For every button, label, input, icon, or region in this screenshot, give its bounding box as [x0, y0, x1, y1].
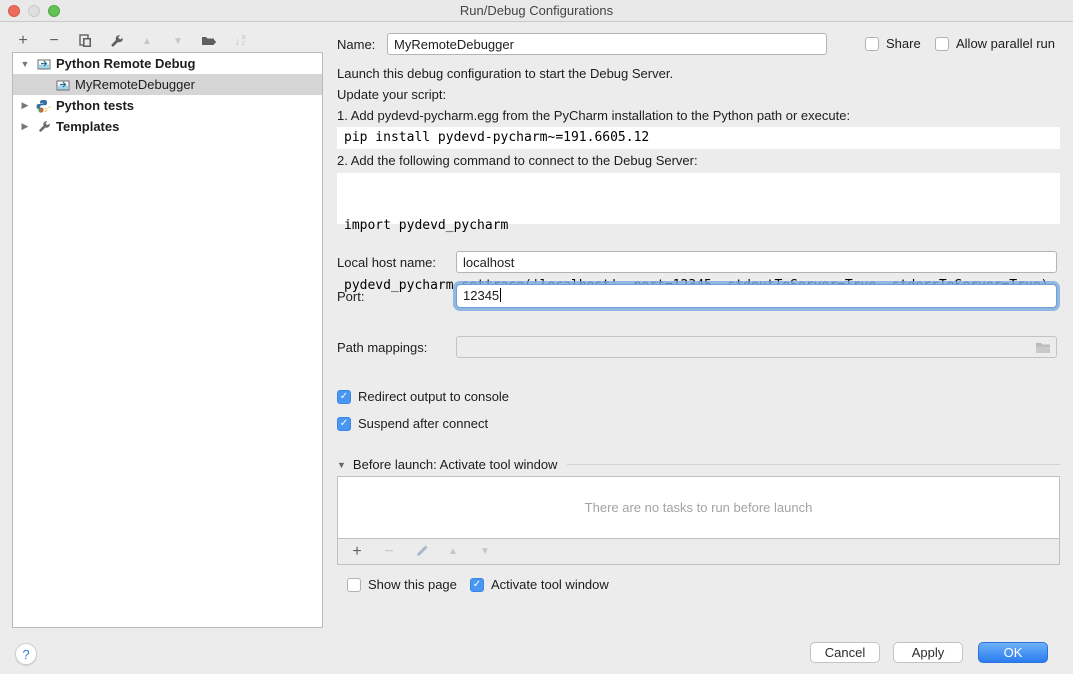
run-debug-configurations-dialog: Run/Debug Configurations + − ▲ ▼ ↓az ▼ P… — [0, 0, 1073, 674]
new-folder-icon — [201, 34, 217, 48]
move-up-button[interactable]: ▲ — [138, 32, 156, 50]
move-task-down-button[interactable]: ▼ — [476, 543, 494, 561]
local-host-name-input[interactable] — [456, 251, 1057, 273]
name-label: Name: — [337, 37, 375, 52]
step1-text: 1. Add pydevd-pycharm.egg from the PyCha… — [337, 108, 1060, 123]
before-launch-title: Before launch: Activate tool window — [353, 457, 558, 472]
window-title: Run/Debug Configurations — [0, 3, 1073, 18]
tree-item-python-remote-debug[interactable]: ▼ Python Remote Debug — [13, 53, 322, 74]
remove-configuration-button[interactable]: − — [45, 32, 63, 50]
before-launch-task-list[interactable]: There are no tasks to run before launch — [337, 476, 1060, 539]
sort-configurations-button[interactable]: ↓az — [231, 32, 249, 50]
arrow-up-icon: ▲ — [142, 36, 152, 47]
plus-icon: + — [18, 32, 27, 50]
edit-task-button[interactable] — [412, 543, 430, 561]
share-label: Share — [886, 36, 921, 51]
wrench-icon — [36, 120, 51, 134]
copy-icon — [78, 34, 92, 48]
edit-templates-button[interactable] — [107, 32, 125, 50]
activate-tool-window-label: Activate tool window — [491, 577, 609, 592]
configurations-tree: ▼ Python Remote Debug MyRemoteDebugger ▶… — [12, 52, 323, 628]
empty-tasks-text: There are no tasks to run before launch — [585, 500, 813, 515]
remove-task-button[interactable]: − — [380, 543, 398, 561]
chevron-down-icon: ▼ — [337, 460, 346, 470]
arrow-down-icon: ▼ — [173, 36, 183, 47]
tree-item-label: Templates — [56, 119, 119, 134]
chevron-down-icon[interactable]: ▼ — [20, 59, 30, 69]
minus-icon: − — [49, 32, 58, 50]
checkbox-box: ✓ — [337, 390, 351, 404]
move-down-button[interactable]: ▼ — [169, 32, 187, 50]
description-text: Launch this debug configuration to start… — [337, 66, 1060, 81]
tree-item-label: Python Remote Debug — [56, 56, 195, 71]
help-button[interactable]: ? — [15, 643, 37, 665]
show-this-page-label: Show this page — [368, 577, 457, 592]
redirect-output-checkbox[interactable]: ✓ Redirect output to console — [337, 389, 1060, 404]
check-icon: ✓ — [473, 580, 481, 590]
checkbox-box — [347, 578, 361, 592]
minus-icon: − — [384, 543, 393, 561]
allow-parallel-run-label: Allow parallel run — [956, 36, 1055, 51]
redirect-output-label: Redirect output to console — [358, 389, 509, 404]
ok-button[interactable]: OK — [978, 642, 1048, 663]
tree-item-templates[interactable]: ▶ Templates — [13, 116, 322, 137]
checkbox-box: ✓ — [337, 417, 351, 431]
remote-debug-config-icon — [36, 57, 51, 71]
port-input[interactable]: 12345 — [456, 284, 1057, 308]
port-value: 12345 — [463, 288, 499, 303]
add-task-button[interactable]: + — [348, 543, 366, 561]
path-mappings-input[interactable] — [456, 336, 1057, 358]
before-launch-toolbar: + − ▲ ▼ — [337, 539, 1060, 565]
tree-item-label: MyRemoteDebugger — [75, 77, 195, 92]
tree-item-python-tests[interactable]: ▶ Python tests — [13, 95, 322, 116]
check-icon: ✓ — [340, 392, 348, 402]
step2-text: 2. Add the following command to connect … — [337, 153, 1060, 168]
folder-icon[interactable] — [1035, 341, 1051, 357]
arrow-down-icon: ▼ — [480, 546, 490, 557]
check-icon: ✓ — [340, 419, 348, 429]
checkbox-box — [935, 37, 949, 51]
title-bar: Run/Debug Configurations — [0, 0, 1073, 22]
code-line-1: import pydevd_pycharm — [344, 216, 1053, 236]
wrench-icon — [109, 34, 124, 49]
create-folder-button[interactable] — [200, 32, 218, 50]
text-caret — [500, 288, 501, 302]
copy-configuration-button[interactable] — [76, 32, 94, 50]
remote-debug-config-icon — [55, 78, 70, 92]
port-label: Port: — [337, 289, 364, 304]
suspend-after-connect-label: Suspend after connect — [358, 416, 488, 431]
path-mappings-label: Path mappings: — [337, 340, 427, 355]
tree-item-label: Python tests — [56, 98, 134, 113]
name-input[interactable] — [387, 33, 827, 55]
plus-icon: + — [352, 543, 361, 561]
update-script-text: Update your script: — [337, 87, 1060, 102]
question-mark-icon: ? — [22, 647, 29, 662]
apply-button[interactable]: Apply — [893, 642, 963, 663]
sort-az-icon: ↓az — [235, 34, 246, 48]
move-task-up-button[interactable]: ▲ — [444, 543, 462, 561]
before-launch-section-header[interactable]: ▼ Before launch: Activate tool window — [337, 457, 1060, 472]
pencil-icon — [415, 545, 428, 558]
local-host-name-label: Local host name: — [337, 255, 436, 270]
python-tests-icon — [36, 99, 51, 113]
settrace-code-block: import pydevd_pycharm pydevd_pycharm.set… — [337, 173, 1060, 224]
show-this-page-checkbox[interactable]: Show this page — [347, 577, 457, 592]
share-checkbox[interactable]: Share — [865, 36, 921, 51]
arrow-up-icon: ▲ — [448, 546, 458, 557]
add-configuration-button[interactable]: + — [14, 32, 32, 50]
chevron-right-icon[interactable]: ▶ — [20, 121, 30, 132]
checkbox-box: ✓ — [470, 578, 484, 592]
activate-tool-window-checkbox[interactable]: ✓ Activate tool window — [470, 577, 609, 592]
cancel-button[interactable]: Cancel — [810, 642, 880, 663]
allow-parallel-run-checkbox[interactable]: Allow parallel run — [935, 36, 1055, 51]
checkbox-box — [865, 37, 879, 51]
pip-command-code: pip install pydevd-pycharm~=191.6605.12 — [337, 127, 1060, 149]
section-divider — [567, 464, 1060, 465]
tree-item-myremotedebugger[interactable]: MyRemoteDebugger — [13, 74, 322, 95]
configurations-toolbar: + − ▲ ▼ ↓az — [14, 30, 249, 52]
suspend-after-connect-checkbox[interactable]: ✓ Suspend after connect — [337, 416, 1060, 431]
chevron-right-icon[interactable]: ▶ — [20, 100, 30, 111]
